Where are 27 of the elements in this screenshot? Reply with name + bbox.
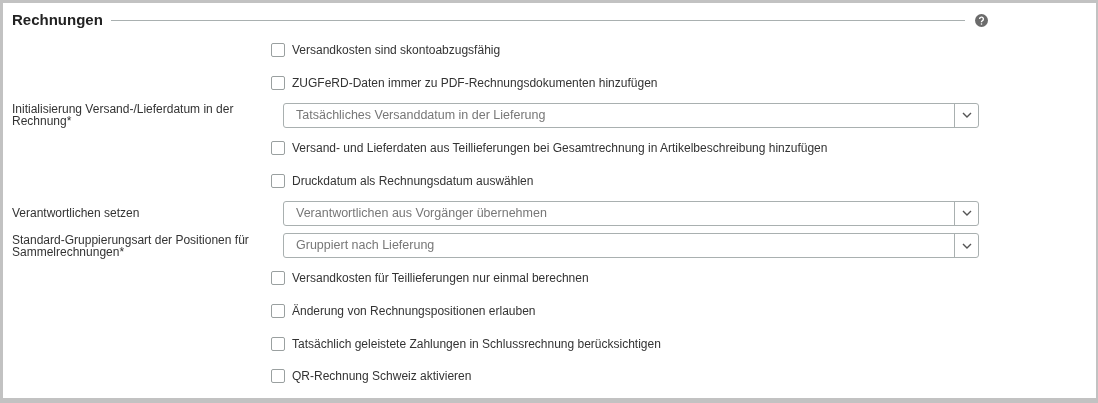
checkbox-label: Druckdatum als Rechnungsdatum auswählen [292,172,534,190]
dropdown[interactable]: Gruppiert nach Lieferung [283,233,979,259]
checkbox[interactable] [271,173,285,188]
dropdown[interactable]: Verantwortlichen aus Vorgänger übernehmen [283,200,979,226]
dropdown[interactable]: Tatsächliches Versanddatum in der Lieferung [283,103,979,128]
checkbox-label: QR-Rechnung Schweiz aktivieren [292,368,472,386]
field-label: Initialisierung Versand-/Lieferdatum in der Rechnung* [12,103,235,128]
checkbox-label: Versandkosten für Teillieferungen nur einmal berechnen [292,270,589,288]
checkbox-label: Versand- und Lieferdaten aus Teillieferungen bei Gesamtrechnung in Artikelbeschreibung hinzufügen [292,140,828,158]
chevron-down-icon [961,210,972,217]
checkbox[interactable] [271,75,285,90]
checkbox[interactable] [271,369,285,384]
checkbox-label: Tatsächlich geleistete Zahlungen in Schlussrechnung berücksichtigen [292,335,661,353]
checkbox-label: Versandkosten sind skontoabzugsfähig [292,42,501,60]
field-label: Verantwortlichen setzen [12,207,141,220]
checkbox[interactable] [271,271,285,286]
field-label: Standard-Gruppierungsart der Positionen für Sammelrechnungen* [12,233,250,258]
checkbox-label: Änderung von Rechnungspositionen erlauben [292,303,536,321]
checkbox-label: ZUGFeRD-Daten immer zu PDF-Rechnungsdokumenten hinzufügen [292,74,658,92]
chevron-down-icon [961,242,972,249]
checkbox[interactable] [271,304,285,319]
checkbox[interactable] [271,43,285,58]
section-title: Rechnungen [12,9,103,30]
chevron-down-icon [961,112,972,119]
checkbox[interactable] [271,336,285,351]
help-icon[interactable] [975,13,988,27]
checkbox[interactable] [271,141,285,156]
